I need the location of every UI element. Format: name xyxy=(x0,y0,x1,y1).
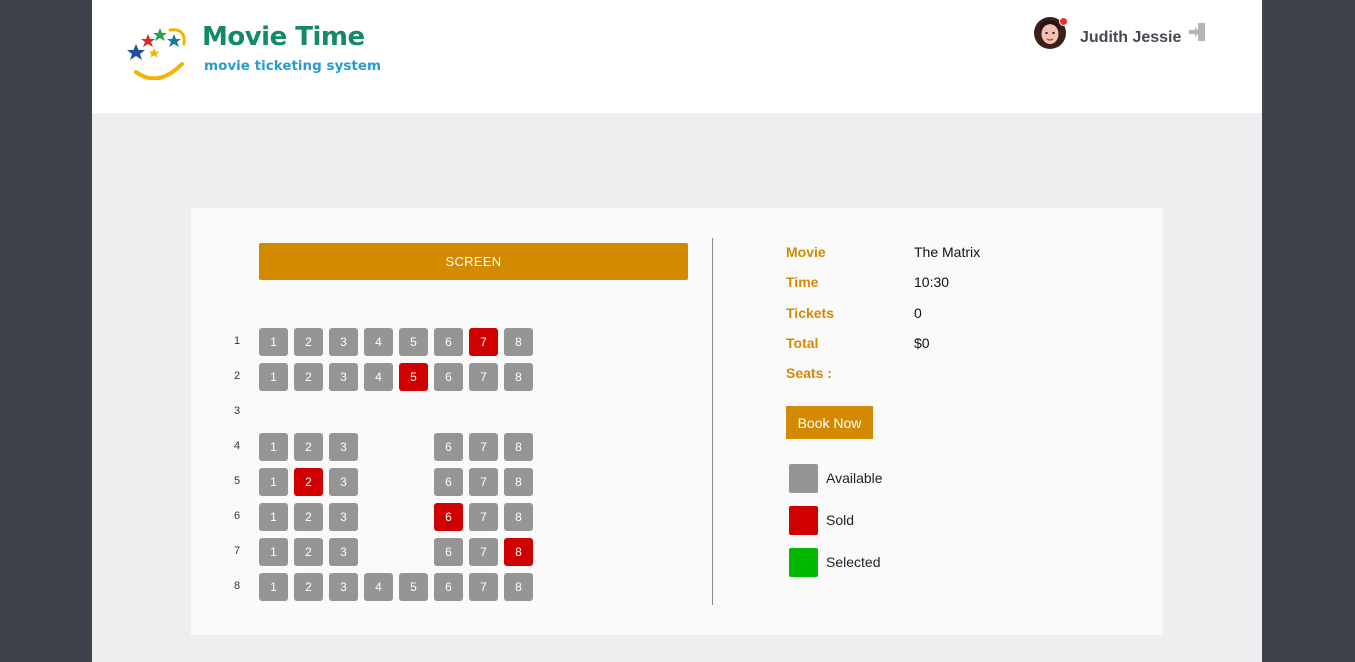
row-label: 8 xyxy=(233,580,241,592)
book-now-button[interactable]: Book Now xyxy=(786,406,873,439)
legend-available: Available xyxy=(789,464,989,494)
logo[interactable]: Movie Time movie ticketing system xyxy=(126,18,386,80)
seat-available[interactable]: 7 xyxy=(469,363,498,391)
row-label: 2 xyxy=(233,370,241,382)
legend-sold: Sold xyxy=(789,506,989,536)
logo-stars-icon xyxy=(127,28,186,80)
legend-selected: Selected xyxy=(789,548,989,578)
seat-available[interactable]: 6 xyxy=(434,433,463,461)
divider xyxy=(712,238,713,605)
seats-row: Seats : xyxy=(786,365,1086,385)
tickets-value: 0 xyxy=(914,305,922,321)
seat-sold: 6 xyxy=(434,503,463,531)
seat-available[interactable]: 3 xyxy=(329,363,358,391)
seat-available[interactable]: 6 xyxy=(434,468,463,496)
logout-icon[interactable] xyxy=(1188,22,1206,42)
seat-available[interactable]: 2 xyxy=(294,328,323,356)
seats-label: Seats : xyxy=(786,365,832,381)
seat-available[interactable]: 8 xyxy=(504,468,533,496)
movie-label: Movie xyxy=(786,244,826,260)
seat-available[interactable]: 3 xyxy=(329,433,358,461)
seat-available[interactable]: 6 xyxy=(434,328,463,356)
total-value: $0 xyxy=(914,335,930,351)
seat-available[interactable]: 4 xyxy=(364,328,393,356)
seat-available[interactable]: 2 xyxy=(294,363,323,391)
seat-available[interactable]: 8 xyxy=(504,503,533,531)
seat-available[interactable]: 1 xyxy=(259,433,288,461)
seat-available[interactable]: 6 xyxy=(434,573,463,601)
seat-available[interactable]: 3 xyxy=(329,468,358,496)
seat-available[interactable]: 8 xyxy=(504,363,533,391)
seat-available[interactable]: 6 xyxy=(434,363,463,391)
seat-available[interactable]: 5 xyxy=(399,328,428,356)
seat-available[interactable]: 1 xyxy=(259,538,288,566)
notification-dot xyxy=(1059,17,1068,26)
row-label: 5 xyxy=(233,475,241,487)
logo-subtitle: movie ticketing system xyxy=(204,58,382,74)
legend-label: Selected xyxy=(826,554,881,570)
total-label: Total xyxy=(786,335,819,351)
seat-sold: 5 xyxy=(399,363,428,391)
logo-title: Movie Time xyxy=(202,22,365,52)
seat-available[interactable]: 1 xyxy=(259,363,288,391)
seat-available[interactable]: 1 xyxy=(259,328,288,356)
user-name[interactable]: Judith Jessie xyxy=(1080,29,1181,47)
seat-available[interactable]: 2 xyxy=(294,433,323,461)
legend-label: Sold xyxy=(826,512,855,528)
seat-available[interactable]: 2 xyxy=(294,503,323,531)
movie-row: Movie The Matrix xyxy=(786,244,1086,264)
seat-available[interactable]: 3 xyxy=(329,503,358,531)
seat-available[interactable]: 3 xyxy=(329,328,358,356)
seat-available[interactable]: 4 xyxy=(364,573,393,601)
legend-swatch-sold xyxy=(789,506,818,535)
seat-available[interactable]: 7 xyxy=(469,433,498,461)
row-label: 7 xyxy=(233,545,241,557)
total-row: Total $0 xyxy=(786,335,1086,355)
seat-available[interactable]: 6 xyxy=(434,538,463,566)
seat-available[interactable]: 8 xyxy=(504,573,533,601)
seat-sold: 7 xyxy=(469,328,498,356)
legend-label: Available xyxy=(826,470,883,486)
booking-card: SCREEN 112345678212345678341236785123678… xyxy=(191,208,1163,635)
legend-swatch-selected xyxy=(789,548,818,577)
seat-sold: 2 xyxy=(294,468,323,496)
seat-available[interactable]: 3 xyxy=(329,573,358,601)
tickets-row: Tickets 0 xyxy=(786,305,1086,325)
row-label: 1 xyxy=(233,335,241,347)
header: Movie Time movie ticketing system Judith… xyxy=(92,0,1262,113)
time-row: Time 10:30 xyxy=(786,274,1086,294)
user-menu: Judith Jessie xyxy=(1034,17,1234,51)
tickets-label: Tickets xyxy=(786,305,834,321)
legend-swatch-available xyxy=(789,464,818,493)
seat-available[interactable]: 7 xyxy=(469,573,498,601)
seat-available[interactable]: 8 xyxy=(504,433,533,461)
page: Movie Time movie ticketing system Judith… xyxy=(92,0,1262,662)
time-value: 10:30 xyxy=(914,274,950,290)
row-label: 3 xyxy=(233,405,241,417)
seat-available[interactable]: 5 xyxy=(399,573,428,601)
seat-sold: 8 xyxy=(504,538,533,566)
seat-available[interactable]: 7 xyxy=(469,503,498,531)
seat-available[interactable]: 4 xyxy=(364,363,393,391)
movie-value: The Matrix xyxy=(914,244,981,260)
seat-available[interactable]: 3 xyxy=(329,538,358,566)
seat-available[interactable]: 2 xyxy=(294,538,323,566)
seat-available[interactable]: 8 xyxy=(504,328,533,356)
seat-available[interactable]: 1 xyxy=(259,468,288,496)
seat-available[interactable]: 7 xyxy=(469,468,498,496)
screen-label: SCREEN xyxy=(259,243,688,280)
seat-available[interactable]: 2 xyxy=(294,573,323,601)
seat-available[interactable]: 1 xyxy=(259,503,288,531)
seat-available[interactable]: 7 xyxy=(469,538,498,566)
time-label: Time xyxy=(786,274,819,290)
row-label: 4 xyxy=(233,440,241,452)
seat-available[interactable]: 1 xyxy=(259,573,288,601)
row-label: 6 xyxy=(233,510,241,522)
